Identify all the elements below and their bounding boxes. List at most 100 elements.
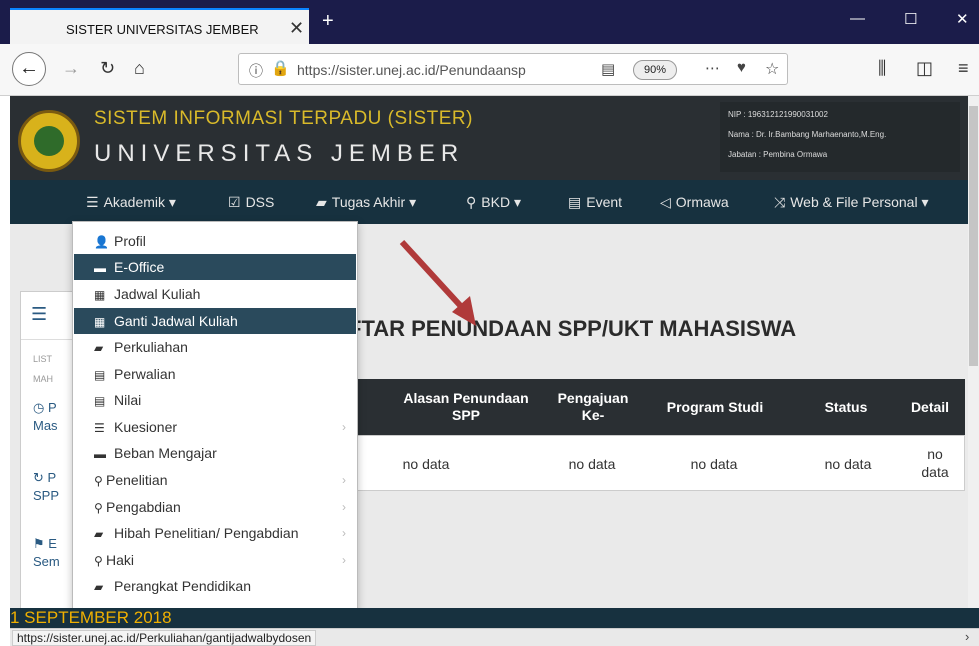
hamburger-menu-icon[interactable]: ≡	[958, 58, 969, 79]
menu-tugas-akhir[interactable]: ▰ Tugas Akhir ▾	[316, 194, 416, 211]
user-nip: NIP : 196312121990031002	[728, 110, 828, 119]
new-tab-icon[interactable]: +	[322, 10, 334, 33]
refresh-icon: ↻	[33, 470, 48, 485]
side-item[interactable]: ⚑ E	[33, 536, 57, 552]
dropdown-item-e-office[interactable]: ▬ E-Office	[74, 254, 356, 280]
list-icon: ☰	[86, 194, 99, 210]
book-icon: ▰	[94, 527, 104, 541]
dropdown-item-hibah[interactable]: ▰ Hibah Penelitian/ Pengabdian ›	[74, 520, 356, 546]
akademik-dropdown: 👤 Profil ▬ E-Office ▦ Jadwal Kuliah ▦ Ganti …	[72, 221, 358, 611]
flag-icon: ⚑	[33, 536, 49, 551]
menu-dss[interactable]: ☑ DSS	[228, 194, 274, 211]
zoom-level[interactable]: 90%	[633, 60, 677, 80]
main-menu-bar: ☰ Akademik ▾ ☑ DSS ▰ Tugas Akhir ▾ ⚲ BKD ▾ ▤…	[10, 180, 979, 224]
vertical-scrollbar[interactable]	[968, 96, 979, 608]
status-bar: https://sister.unej.ac.id/Perkuliahan/ga…	[10, 628, 979, 646]
chevron-right-icon: ›	[342, 553, 346, 567]
site-subtitle: UNIVERSITAS JEMBER	[94, 140, 465, 167]
scrollbar-thumb[interactable]	[969, 106, 978, 366]
dropdown-item-beban-mengajar[interactable]: ▬ Beban Mengajar	[74, 440, 356, 466]
footer: 1 SEPTEMBER 2018	[10, 608, 979, 628]
megaphone-icon: ◁	[660, 194, 671, 210]
chevron-right-icon: ›	[342, 526, 346, 540]
url-bar[interactable]: ⓘ 🔒 https://sister.unej.ac.id/Penundaans…	[238, 53, 788, 85]
table-cell: no data	[568, 456, 616, 472]
table-cell: no data	[824, 456, 872, 472]
library-icon[interactable]: ⫼	[878, 58, 886, 79]
sidebar-toggle-icon[interactable]: ◫	[916, 58, 933, 79]
red-arrow-annotation	[399, 239, 476, 326]
col-detail: Detail	[910, 399, 950, 415]
user-jabatan: Jabatan : Pembina Ormawa	[728, 150, 828, 159]
dropdown-item-nilai[interactable]: ▤ Nilai	[74, 387, 356, 413]
col-pengajuan: Pengajuan Ke-	[557, 390, 629, 423]
dropdown-item-ganti-jadwal-kuliah[interactable]: ▦ Ganti Jadwal Kuliah	[74, 308, 356, 334]
home-icon[interactable]: ⌂	[134, 58, 145, 79]
menu-web-file-personal[interactable]: ⤨ Web & File Personal ▾	[774, 194, 928, 211]
user-info-panel: NIP : 196312121990031002 Nama : Dr. Ir.B…	[720, 102, 960, 172]
calendar-icon: ▦	[94, 315, 106, 329]
close-tab-icon[interactable]: ✕	[289, 18, 304, 39]
marker-icon: ⚲	[94, 501, 103, 515]
chevron-right-icon: ›	[342, 473, 346, 487]
table-cell: no data	[921, 446, 949, 480]
more-icon[interactable]: ⋯	[705, 59, 720, 77]
table-cell: no data	[690, 456, 738, 472]
marker-icon: ⚲	[94, 554, 103, 568]
maximize-icon[interactable]: ☐	[904, 10, 917, 28]
dropdown-item-perangkat-pendidikan[interactable]: ▰ Perangkat Pendidikan	[74, 573, 356, 599]
dropdown-item-perwalian[interactable]: ▤ Perwalian	[74, 361, 356, 387]
dropdown-item-perkuliahan[interactable]: ▰ Perkuliahan	[74, 334, 356, 360]
table-cell: no data	[402, 456, 450, 472]
reload-icon[interactable]: ↻	[100, 58, 115, 79]
briefcase-icon: ▬	[94, 447, 106, 461]
side-item[interactable]: Sem	[33, 554, 60, 569]
dropdown-item-pengabdian[interactable]: ⚲ Pengabdian ›	[74, 494, 356, 520]
marker-icon: ⚲	[94, 474, 103, 488]
side-item[interactable]: ◷ P	[33, 400, 57, 416]
col-alasan: Alasan Penundaan SPP	[403, 390, 529, 423]
dropdown-item-jadwal-kuliah[interactable]: ▦ Jadwal Kuliah	[74, 281, 356, 307]
book-icon: ▰	[94, 341, 104, 355]
calendar-icon: ▤	[568, 194, 582, 210]
check-icon: ☑	[228, 194, 241, 210]
lock-icon: 🔒	[271, 60, 290, 77]
university-logo	[18, 110, 80, 172]
menu-event[interactable]: ▤ Event	[568, 194, 622, 211]
footer-date: 1 SEPTEMBER 2018	[10, 608, 172, 627]
minimize-icon[interactable]: —	[850, 10, 865, 27]
book-icon: ▰	[94, 580, 104, 594]
side-item[interactable]: Mas	[33, 418, 58, 433]
browser-tab[interactable]: SISTER UNIVERSITAS JEMBER ✕	[10, 8, 309, 44]
scroll-right-icon[interactable]: ›	[965, 629, 969, 644]
info-icon[interactable]: ⓘ	[249, 61, 263, 81]
menu-ormawa[interactable]: ◁ Ormawa	[660, 194, 729, 211]
close-window-icon[interactable]: ✕	[956, 10, 969, 28]
book-icon: ▰	[316, 194, 327, 210]
bookmark-star-icon[interactable]: ☆	[765, 59, 779, 79]
user-nama: Nama : Dr. Ir.Bambang Marhaenanto,M.Eng.	[728, 130, 887, 139]
dropdown-item-profil[interactable]: 👤 Profil	[74, 228, 356, 254]
shuffle-icon: ⤨	[774, 194, 786, 210]
user-icon: 👤	[94, 235, 109, 249]
reader-view-icon[interactable]: ▤	[601, 60, 615, 78]
tab-title: SISTER UNIVERSITAS JEMBER	[66, 22, 259, 37]
card-icon: ▤	[94, 394, 106, 408]
browser-nav-bar: ← → ↻ ⌂ ⓘ 🔒 https://sister.unej.ac.id/Pe…	[0, 44, 979, 96]
list-icon[interactable]: ☰	[31, 304, 47, 325]
browser-tab-bar: SISTER UNIVERSITAS JEMBER ✕ + — ☐ ✕	[0, 0, 979, 44]
menu-akademik[interactable]: ☰ Akademik ▾	[86, 194, 176, 211]
menu-bkd[interactable]: ⚲ BKD ▾	[466, 194, 521, 211]
side-item[interactable]: SPP	[33, 488, 59, 503]
table-header: Alasan Penundaan SPP Pengajuan Ke- Progr…	[300, 379, 965, 435]
dropdown-item-kuesioner[interactable]: ☰ Kuesioner ›	[74, 414, 356, 440]
side-label: LIST	[33, 354, 53, 364]
side-item[interactable]: ↻ P	[33, 470, 56, 486]
forward-icon[interactable]: →	[62, 58, 80, 79]
dropdown-item-penelitian[interactable]: ⚲ Penelitian ›	[74, 467, 356, 493]
clock-icon: ◷	[33, 400, 48, 415]
url-text[interactable]: https://sister.unej.ac.id/Penundaansp	[297, 62, 559, 78]
back-icon[interactable]: ←	[12, 52, 46, 86]
dropdown-item-haki[interactable]: ⚲ Haki ›	[74, 547, 356, 573]
pocket-icon[interactable]: ♥	[737, 59, 746, 76]
